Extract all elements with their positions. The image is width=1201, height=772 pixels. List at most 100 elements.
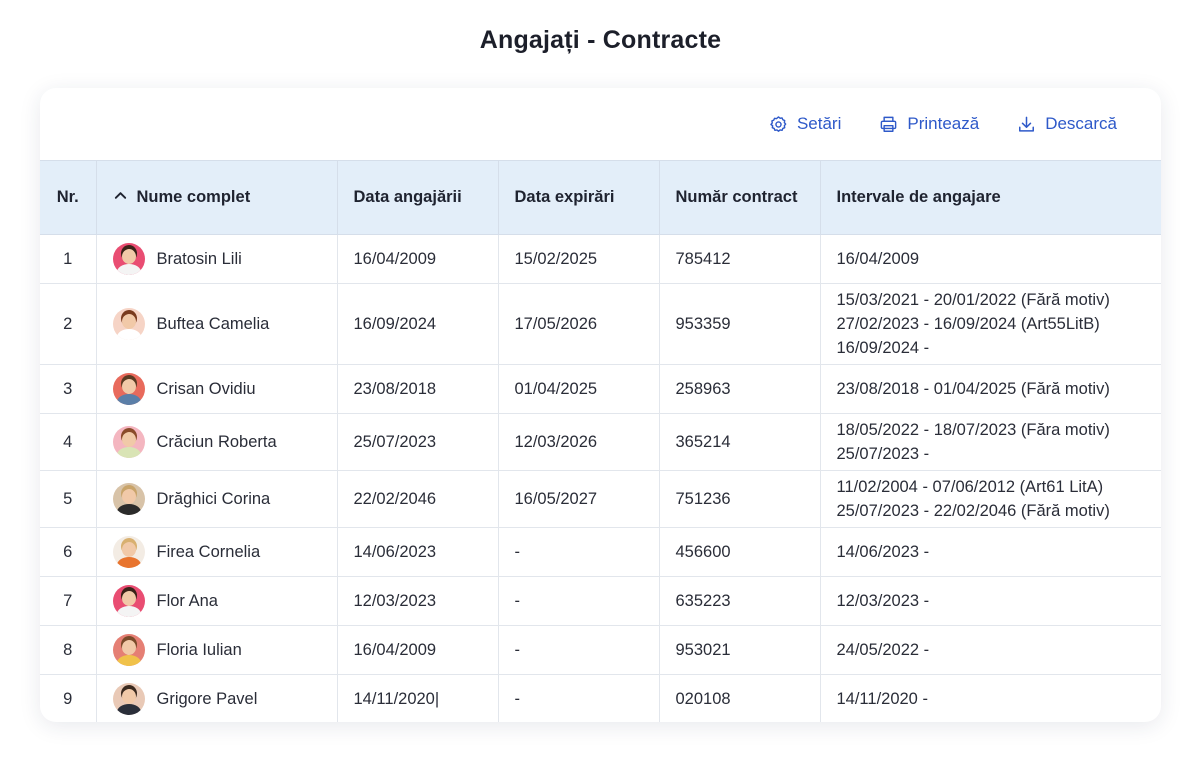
- interval-line: 16/04/2009: [836, 250, 920, 268]
- employee-name: Grigore Pavel: [156, 690, 258, 709]
- intervals-cell: 15/03/2021 - 20/01/2022 (Fără motiv) 27/0…: [820, 283, 1161, 365]
- table-row[interactable]: 6 Firea Cornelia 14/06/2023-456600 14/06/20…: [40, 527, 1161, 577]
- avatar: [112, 243, 145, 275]
- employee-name-wrap: Grigore Pavel: [112, 683, 337, 716]
- expiry-date-cell: 15/02/2025: [498, 234, 660, 284]
- settings-label: Setări: [796, 114, 842, 133]
- expiry-date-cell: -: [498, 527, 660, 577]
- employee-name: Bratosin Lili: [156, 250, 242, 268]
- sort-toggle[interactable]: Nume complet: [113, 188, 337, 208]
- interval-line: 12/03/2023 -: [836, 592, 930, 610]
- hire-date-cell: 12/03/2023: [337, 576, 499, 626]
- gear-icon: [769, 115, 788, 134]
- avatar: [112, 585, 145, 617]
- name-cell: Buftea Camelia: [96, 283, 338, 365]
- avatar: [112, 634, 145, 666]
- employee-name: Firea Cornelia: [156, 543, 261, 561]
- table-row[interactable]: 7 Flor Ana 12/03/2023-635223 12/03/2023 -: [40, 576, 1161, 626]
- contracts-table: Nr. Nume complet Data angajării Data exp…: [40, 160, 1161, 722]
- column-header-nr: Nr.: [40, 160, 97, 235]
- employee-name-wrap: Crăciun Roberta: [112, 426, 337, 458]
- hire-date-cell: 16/09/2024: [337, 283, 499, 365]
- print-button[interactable]: Printează: [879, 114, 979, 134]
- employee-name-wrap: Firea Cornelia: [112, 536, 337, 568]
- employee-name-wrap: Buftea Camelia: [112, 308, 337, 340]
- interval-line: 23/08/2018 - 01/04/2025 (Fără motiv): [836, 380, 1110, 398]
- column-header-name-label: Nume complet: [136, 188, 251, 206]
- name-cell: Bratosin Lili: [96, 234, 338, 284]
- table-row[interactable]: 9 Grigore Pavel 14/11/2020| -020108 14/11/20…: [40, 674, 1161, 723]
- page-title: Angajați - Contracte: [479, 26, 722, 54]
- intervals-cell: 24/05/2022 -: [820, 625, 1161, 675]
- contract-number-cell: 953359: [659, 283, 821, 365]
- row-number-cell: 8: [40, 625, 97, 675]
- employee-name: Crisan Ovidiu: [156, 380, 256, 398]
- intervals-cell: 11/02/2004 - 07/06/2012 (Art61 LitA) 25/0…: [820, 470, 1161, 528]
- interval-line: 11/02/2004 - 07/06/2012 (Art61 LitA): [836, 478, 1104, 496]
- employee-name: Crăciun Roberta: [156, 433, 277, 451]
- row-number-cell: 1: [40, 234, 97, 284]
- employee-name: Buftea Camelia: [156, 315, 270, 333]
- contracts-card: Setări Printează Descarcă Nr. Nume compl…: [40, 88, 1161, 722]
- column-header-hire-date[interactable]: Data angajării: [337, 160, 499, 235]
- column-header-intervals[interactable]: Intervale de angajare: [820, 160, 1161, 235]
- intervals-cell: 23/08/2018 - 01/04/2025 (Fără motiv): [820, 364, 1161, 414]
- interval-line: 25/07/2023 - 22/02/2046 (Fără motiv): [836, 502, 1110, 520]
- download-button[interactable]: Descarcă: [1017, 114, 1117, 134]
- employee-name-wrap: Drăghici Corina: [112, 483, 337, 515]
- contract-number-cell: 258963: [659, 364, 821, 414]
- expiry-date-cell: 01/04/2025: [498, 364, 660, 414]
- expiry-date-cell: 12/03/2026: [498, 413, 660, 471]
- printer-icon: [879, 115, 898, 134]
- table-row[interactable]: 2 Buftea Camelia 16/09/2024 17/05/2026 95335…: [40, 283, 1161, 365]
- download-label: Descarcă: [1045, 114, 1117, 133]
- row-number-cell: 2: [40, 283, 97, 365]
- intervals-cell: 18/05/2022 - 18/07/2023 (Făra motiv) 25/0…: [820, 413, 1161, 471]
- contract-number-cell: 751236: [659, 470, 821, 528]
- name-cell: Crăciun Roberta: [96, 413, 338, 471]
- avatar: [112, 483, 145, 515]
- interval-line: 15/03/2021 - 20/01/2022 (Fără motiv): [836, 291, 1110, 309]
- table-row[interactable]: 4 Crăciun Roberta 25/07/2023 12/03/2026 3652…: [40, 413, 1161, 471]
- toolbar: Setări Printează Descarcă: [40, 88, 1161, 160]
- interval-line: 16/09/2024 -: [836, 339, 930, 357]
- expiry-date-cell: -: [498, 625, 660, 675]
- expiry-date-cell: 16/05/2027: [498, 470, 660, 528]
- name-cell: Floria Iulian: [96, 625, 338, 675]
- row-number-cell: 5: [40, 470, 97, 528]
- table-row[interactable]: 3 Crisan Ovidiu 23/08/2018 01/04/2025 258963…: [40, 364, 1161, 414]
- avatar: [112, 426, 145, 458]
- table-header-row: Nr. Nume complet Data angajării Data exp…: [40, 160, 1161, 235]
- table-row[interactable]: 8 Floria Iulian 16/04/2009-953021 24/05/202…: [40, 625, 1161, 675]
- name-cell: Firea Cornelia: [96, 527, 338, 577]
- intervals-cell: 14/11/2020 -: [820, 675, 1161, 723]
- row-number-cell: 3: [40, 364, 97, 414]
- interval-line: 18/05/2022 - 18/07/2023 (Făra motiv): [836, 421, 1110, 439]
- settings-button[interactable]: Setări: [769, 114, 841, 134]
- hire-date-cell: 14/11/2020|: [337, 674, 499, 722]
- employee-name: Flor Ana: [156, 592, 218, 610]
- column-header-name[interactable]: Nume complet: [96, 160, 338, 235]
- column-header-expiry-date[interactable]: Data expirări: [498, 160, 660, 235]
- table-row[interactable]: 1 Bratosin Lili 16/04/2009 15/02/2025 785412…: [40, 234, 1161, 284]
- avatar: [112, 308, 145, 340]
- interval-line: 24/05/2022 -: [836, 641, 930, 659]
- row-number-cell: 4: [40, 413, 97, 471]
- intervals-cell: 12/03/2023 -: [820, 576, 1161, 626]
- hire-date-cell: 16/04/2009: [337, 625, 499, 675]
- contract-number-cell: 953021: [659, 625, 821, 675]
- hire-date-cell: 25/07/2023: [337, 413, 499, 471]
- name-cell: Grigore Pavel: [96, 674, 338, 722]
- intervals-cell: 16/04/2009: [820, 234, 1161, 284]
- column-header-contract-number[interactable]: Număr contract: [659, 160, 821, 235]
- hire-date-cell: 14/06/2023: [337, 527, 499, 577]
- table-row[interactable]: 5 Drăghici Corina 22/02/2046 16/05/2027 7512…: [40, 470, 1161, 528]
- contract-number-cell: 365214: [659, 413, 821, 471]
- name-cell: Crisan Ovidiu: [96, 364, 338, 414]
- expiry-date-cell: -: [498, 674, 660, 722]
- hire-date-cell: 22/02/2046: [337, 470, 499, 528]
- print-label: Printează: [907, 114, 980, 133]
- employee-name-wrap: Crisan Ovidiu: [112, 373, 337, 405]
- expiry-date-cell: -: [498, 576, 660, 626]
- interval-line: 14/11/2020 -: [836, 690, 928, 709]
